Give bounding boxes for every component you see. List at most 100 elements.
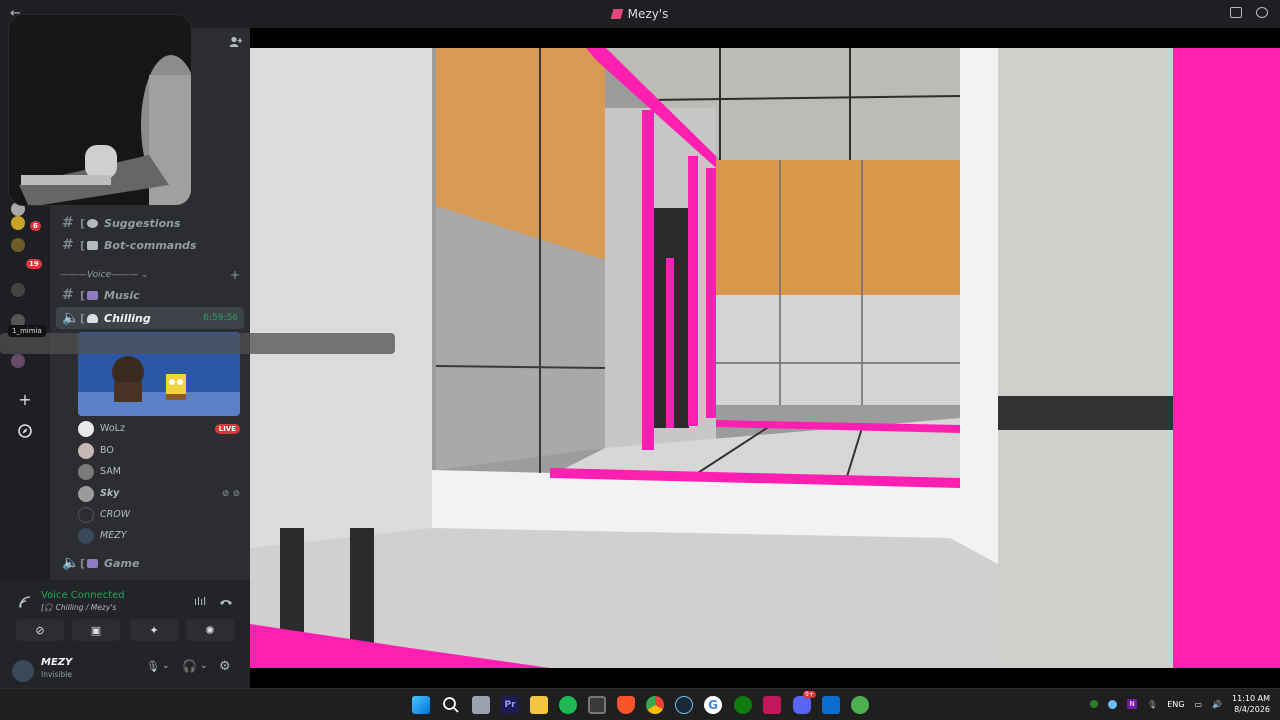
volume-icon[interactable]: 🔊 xyxy=(1212,700,1222,709)
webcam-feed xyxy=(9,15,191,205)
title-bar: ← Mezy's xyxy=(0,0,1280,28)
voice-category[interactable]: ———Voice——— ⌄ xyxy=(60,270,149,280)
steam-icon[interactable] xyxy=(675,696,693,714)
channel-label: Music xyxy=(104,288,140,302)
text-channel-icon: # xyxy=(62,215,74,231)
file-explorer-icon[interactable] xyxy=(530,696,548,714)
voice-status[interactable]: Voice Connected xyxy=(41,590,125,601)
add-server-icon[interactable]: + xyxy=(13,387,37,411)
speech-bubble-icon xyxy=(87,218,99,228)
muted-deafened-icon: ⊘ ⊘ xyxy=(221,488,240,499)
pip-video[interactable] xyxy=(8,14,192,206)
server-icon[interactable] xyxy=(11,354,25,368)
text-channel-icon: # xyxy=(62,287,74,303)
chevron-down-icon[interactable]: ⌄ xyxy=(162,661,170,671)
server-icon[interactable] xyxy=(11,238,25,252)
member-name: BO xyxy=(100,445,114,456)
microphone-tray-icon[interactable]: 🎙 xyxy=(1147,700,1157,709)
channel-label: Suggestions xyxy=(104,216,181,230)
disconnect-icon[interactable] xyxy=(219,593,233,612)
channel-game[interactable]: 🔈 [ Game xyxy=(56,552,244,574)
screen-share-icon: ▣ xyxy=(90,623,102,637)
member-name: CROW xyxy=(100,509,131,520)
avatar xyxy=(78,442,94,459)
gear-icon[interactable]: ⚙ xyxy=(219,659,231,674)
speaker-icon: 🔈 xyxy=(62,555,80,571)
stream-view[interactable] xyxy=(250,28,1280,688)
text-channel-icon: # xyxy=(62,237,74,253)
voice-member[interactable]: SAM xyxy=(78,461,244,482)
add-member-icon[interactable] xyxy=(229,36,243,51)
signal-icon[interactable] xyxy=(18,594,32,613)
activities-button[interactable]: ✦ xyxy=(130,619,178,641)
search-icon[interactable] xyxy=(442,696,460,714)
user-panel: MEZY Invisible 🎙 ⌄ 🎧 ⌄ ⚙ xyxy=(0,652,250,688)
clock[interactable]: 11:10 AM 8/4/2026 xyxy=(1232,693,1270,715)
spotify-icon[interactable] xyxy=(559,696,577,714)
steam-tray-icon[interactable] xyxy=(1108,699,1118,709)
soundboard-button[interactable]: ✺ xyxy=(186,619,234,641)
xbox-icon[interactable] xyxy=(734,696,752,714)
server-icon[interactable] xyxy=(11,283,25,297)
headphones-icon: [🎧 xyxy=(41,603,56,612)
member-name: MEZY xyxy=(100,530,127,541)
channel-music[interactable]: # [ Music xyxy=(56,284,244,306)
voice-member[interactable]: Sky ⊘ ⊘ xyxy=(78,483,244,504)
user-name[interactable]: MEZY xyxy=(41,657,72,668)
language-indicator[interactable]: ENG xyxy=(1167,700,1184,709)
camera-off-button[interactable]: ⊘ xyxy=(16,619,64,641)
premiere-icon[interactable]: Pr xyxy=(501,696,519,714)
system-tray: N 🎙 ENG ▭ 🔊 11:10 AM 8/4/2026 xyxy=(1090,693,1270,715)
music-note-icon xyxy=(87,290,99,300)
voice-member[interactable]: CROW xyxy=(78,504,244,525)
noise-suppression-icon[interactable]: ılıl xyxy=(194,595,206,608)
screen-share-button[interactable]: ▣ xyxy=(72,619,120,641)
voice-member[interactable]: MEZY xyxy=(78,525,244,546)
camera-off-icon: ⊘ xyxy=(35,623,45,637)
soundboard-icon: ✺ xyxy=(205,623,215,637)
voice-member[interactable]: WoLz LIVE xyxy=(78,418,244,439)
voice-location-label: Chilling / Mezy's xyxy=(55,603,117,612)
inbox-icon[interactable] xyxy=(1230,7,1242,18)
voice-connection-panel: Voice Connected [🎧 Chilling / Mezy's ılı… xyxy=(0,580,250,652)
google-icon[interactable]: G xyxy=(704,696,722,714)
user-status: Invisible xyxy=(41,670,72,679)
chevron-down-icon[interactable]: ⌄ xyxy=(200,661,208,671)
server-icon[interactable] xyxy=(11,216,25,230)
channel-suggestions[interactable]: # [ Suggestions xyxy=(56,212,244,234)
onenote-tray-icon[interactable]: N xyxy=(1127,699,1138,709)
avatar[interactable] xyxy=(12,660,34,682)
tray-icon[interactable] xyxy=(1090,700,1099,708)
microphone-icon[interactable]: 🎙 xyxy=(146,660,160,673)
windows-start-icon[interactable] xyxy=(412,696,430,714)
category-label: Voice xyxy=(87,270,112,280)
member-name: WoLz xyxy=(100,423,125,434)
clock-time: 11:10 AM xyxy=(1232,694,1270,703)
store-icon[interactable] xyxy=(588,696,606,714)
chrome-icon[interactable] xyxy=(646,696,664,714)
discord-icon[interactable] xyxy=(793,696,811,714)
brave-icon[interactable] xyxy=(617,696,635,714)
robot-icon xyxy=(87,240,99,250)
headphones-icon[interactable]: 🎧 xyxy=(182,659,197,673)
add-channel-icon[interactable]: + xyxy=(230,268,240,282)
server-badge: 19 xyxy=(24,257,44,271)
channel-chilling[interactable]: 🔈 [ Chilling 6:59:56 xyxy=(56,307,244,329)
speaker-icon: 🔈 xyxy=(62,310,80,326)
remote-desktop-icon[interactable] xyxy=(822,696,840,714)
server-logo-icon xyxy=(610,9,623,19)
help-icon[interactable] xyxy=(1256,7,1268,18)
voice-member[interactable]: BO xyxy=(78,440,244,461)
app-icon[interactable] xyxy=(851,696,869,714)
server-tooltip: 1_mimia xyxy=(8,325,46,337)
voice-timer: 6:59:56 xyxy=(203,313,238,323)
task-view-icon[interactable] xyxy=(472,696,490,714)
explore-icon[interactable] xyxy=(13,419,37,443)
avatar xyxy=(78,420,94,437)
avatar xyxy=(78,527,94,544)
channel-bot-commands[interactable]: # [ Bot-commands xyxy=(56,234,244,256)
avatar xyxy=(78,463,94,480)
member-name: Sky xyxy=(100,488,120,499)
app-icon[interactable] xyxy=(763,696,781,714)
network-icon[interactable]: ▭ xyxy=(1194,700,1202,709)
